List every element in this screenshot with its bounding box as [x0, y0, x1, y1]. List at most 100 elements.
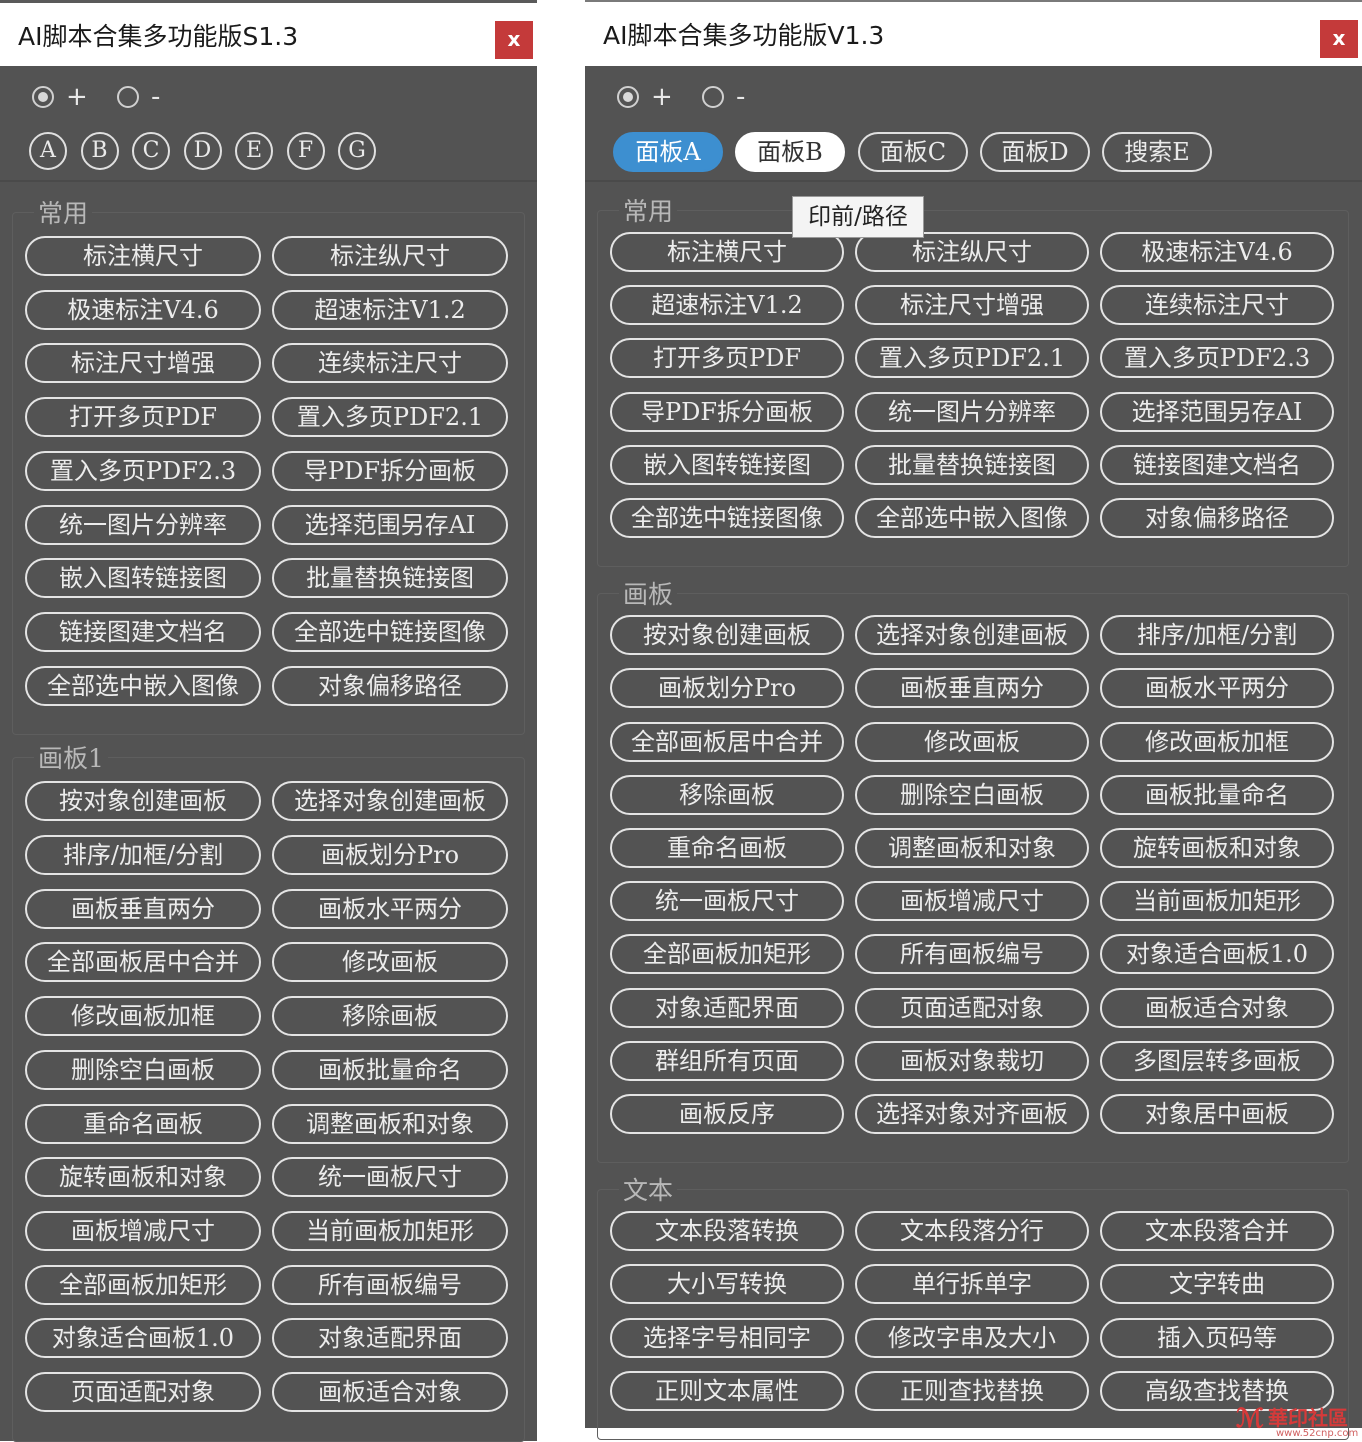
close-button[interactable]: x [1320, 20, 1358, 58]
script-button[interactable]: 对象适配界面 [610, 987, 844, 1028]
script-button[interactable]: 插入页码等 [1100, 1317, 1334, 1358]
script-button[interactable]: 嵌入图转链接图 [25, 558, 261, 599]
tab-g[interactable]: G [338, 132, 376, 170]
script-button[interactable]: 嵌入图转链接图 [610, 444, 844, 485]
script-button[interactable]: 画板对象裁切 [855, 1040, 1089, 1081]
script-button[interactable]: 对象适合画板1.0 [25, 1318, 261, 1359]
script-button[interactable]: 标注尺寸增强 [855, 285, 1089, 326]
script-button[interactable]: 统一画板尺寸 [610, 881, 844, 922]
script-button[interactable]: 文字转曲 [1100, 1264, 1334, 1305]
script-button[interactable]: 打开多页PDF [25, 397, 261, 438]
script-button[interactable]: 批量替换链接图 [272, 558, 508, 599]
script-button[interactable]: 重命名画板 [610, 828, 844, 868]
script-button[interactable]: 画板水平两分 [272, 888, 508, 929]
script-button[interactable]: 对象偏移路径 [272, 665, 508, 706]
script-button[interactable]: 全部画板居中合并 [610, 721, 844, 762]
script-button[interactable]: 正则文本属性 [610, 1370, 844, 1411]
script-button[interactable]: 选择对象对齐画板 [855, 1094, 1089, 1134]
script-button[interactable]: 画板垂直两分 [25, 888, 261, 929]
tab-c[interactable]: C [132, 132, 170, 170]
script-button[interactable]: 画板划分Pro [272, 835, 508, 875]
script-button[interactable]: 极速标注V4.6 [25, 289, 261, 330]
radio-minus[interactable]: - [702, 82, 745, 112]
script-button[interactable]: 打开多页PDF [610, 338, 844, 379]
script-button[interactable]: 多图层转多画板 [1100, 1040, 1334, 1081]
script-button[interactable]: 旋转画板和对象 [25, 1157, 261, 1198]
script-button[interactable]: 调整画板和对象 [855, 828, 1089, 868]
script-button[interactable]: 选择范围另存AI [272, 504, 508, 545]
script-button[interactable]: 选择对象创建画板 [272, 781, 508, 822]
tab-1[interactable]: 面板A [613, 132, 723, 172]
script-button[interactable]: 修改画板 [272, 942, 508, 983]
script-button[interactable]: 文本段落合并 [1100, 1211, 1334, 1252]
script-button[interactable]: 页面适配对象 [25, 1372, 261, 1412]
script-button[interactable]: 排序/加框/分割 [25, 835, 261, 875]
script-button[interactable]: 画板批量命名 [1100, 774, 1334, 815]
script-button[interactable]: 正则查找替换 [855, 1370, 1089, 1411]
script-button[interactable]: 所有画板编号 [855, 934, 1089, 975]
script-button[interactable]: 链接图建文档名 [1100, 444, 1334, 485]
script-button[interactable]: 画板划分Pro [610, 668, 844, 709]
script-button[interactable]: 导PDF拆分画板 [610, 391, 844, 432]
script-button[interactable]: 画板批量命名 [272, 1049, 508, 1090]
script-button[interactable]: 统一图片分辨率 [855, 391, 1089, 432]
script-button[interactable]: 页面适配对象 [855, 987, 1089, 1028]
radio-plus[interactable]: + [617, 82, 673, 112]
script-button[interactable]: 当前画板加矩形 [1100, 881, 1334, 922]
script-button[interactable]: 选择范围另存AI [1100, 391, 1334, 432]
script-button[interactable]: 调整画板和对象 [272, 1103, 508, 1144]
script-button[interactable]: 修改画板加框 [1100, 721, 1334, 762]
script-button[interactable]: 文本段落分行 [855, 1211, 1089, 1252]
script-button[interactable]: 画板适合对象 [1100, 987, 1334, 1028]
script-button[interactable]: 全部画板加矩形 [25, 1264, 261, 1305]
script-button[interactable]: 链接图建文档名 [25, 611, 261, 652]
script-button[interactable]: 对象适合画板1.0 [1100, 934, 1334, 975]
script-button[interactable]: 删除空白画板 [25, 1049, 261, 1090]
script-button[interactable]: 修改画板 [855, 721, 1089, 762]
tab-a[interactable]: A [29, 132, 67, 170]
script-button[interactable]: 所有画板编号 [272, 1264, 508, 1305]
tab-e[interactable]: E [235, 132, 273, 170]
script-button[interactable]: 对象适配界面 [272, 1318, 508, 1359]
script-button[interactable]: 当前画板加矩形 [272, 1210, 508, 1251]
script-button[interactable]: 标注纵尺寸 [272, 236, 508, 276]
script-button[interactable]: 全部选中嵌入图像 [25, 665, 261, 706]
script-button[interactable]: 统一图片分辨率 [25, 504, 261, 545]
tab-f[interactable]: F [286, 132, 325, 170]
script-button[interactable]: 置入多页PDF2.3 [25, 450, 261, 491]
tab-5[interactable]: 搜索E [1102, 132, 1212, 172]
script-button[interactable]: 群组所有页面 [610, 1040, 844, 1081]
script-button[interactable]: 置入多页PDF2.1 [855, 338, 1089, 379]
script-button[interactable]: 极速标注V4.6 [1100, 232, 1334, 272]
script-button[interactable]: 连续标注尺寸 [272, 343, 508, 384]
script-button[interactable]: 画板适合对象 [272, 1372, 508, 1412]
script-button[interactable]: 移除画板 [272, 996, 508, 1037]
tab-d[interactable]: D [183, 132, 222, 170]
script-button[interactable]: 统一画板尺寸 [272, 1157, 508, 1198]
radio-plus[interactable]: + [32, 82, 88, 112]
script-button[interactable]: 标注横尺寸 [610, 232, 844, 272]
script-button[interactable]: 对象居中画板 [1100, 1094, 1334, 1134]
script-button[interactable]: 文本段落转换 [610, 1211, 844, 1252]
script-button[interactable]: 删除空白画板 [855, 774, 1089, 815]
script-button[interactable]: 全部选中链接图像 [272, 611, 508, 652]
script-button[interactable]: 导PDF拆分画板 [272, 450, 508, 491]
script-button[interactable]: 画板反序 [610, 1094, 844, 1134]
close-button[interactable]: x [495, 21, 533, 59]
script-button[interactable]: 按对象创建画板 [610, 615, 844, 656]
tab-2[interactable]: 面板B [735, 132, 845, 172]
script-button[interactable]: 标注尺寸增强 [25, 343, 261, 384]
script-button[interactable]: 标注横尺寸 [25, 236, 261, 276]
script-button[interactable]: 重命名画板 [25, 1103, 261, 1144]
tab-3[interactable]: 面板C [858, 132, 968, 172]
script-button[interactable]: 置入多页PDF2.3 [1100, 338, 1334, 379]
script-button[interactable]: 连续标注尺寸 [1100, 285, 1334, 326]
script-button[interactable]: 置入多页PDF2.1 [272, 397, 508, 438]
script-button[interactable]: 选择字号相同字 [610, 1317, 844, 1358]
script-button[interactable]: 画板增减尺寸 [855, 881, 1089, 922]
script-button[interactable]: 全部画板加矩形 [610, 934, 844, 975]
tab-4[interactable]: 面板D [980, 132, 1090, 172]
script-button[interactable]: 标注纵尺寸 [855, 232, 1089, 272]
script-button[interactable]: 修改画板加框 [25, 996, 261, 1037]
script-button[interactable]: 单行拆单字 [855, 1264, 1089, 1305]
